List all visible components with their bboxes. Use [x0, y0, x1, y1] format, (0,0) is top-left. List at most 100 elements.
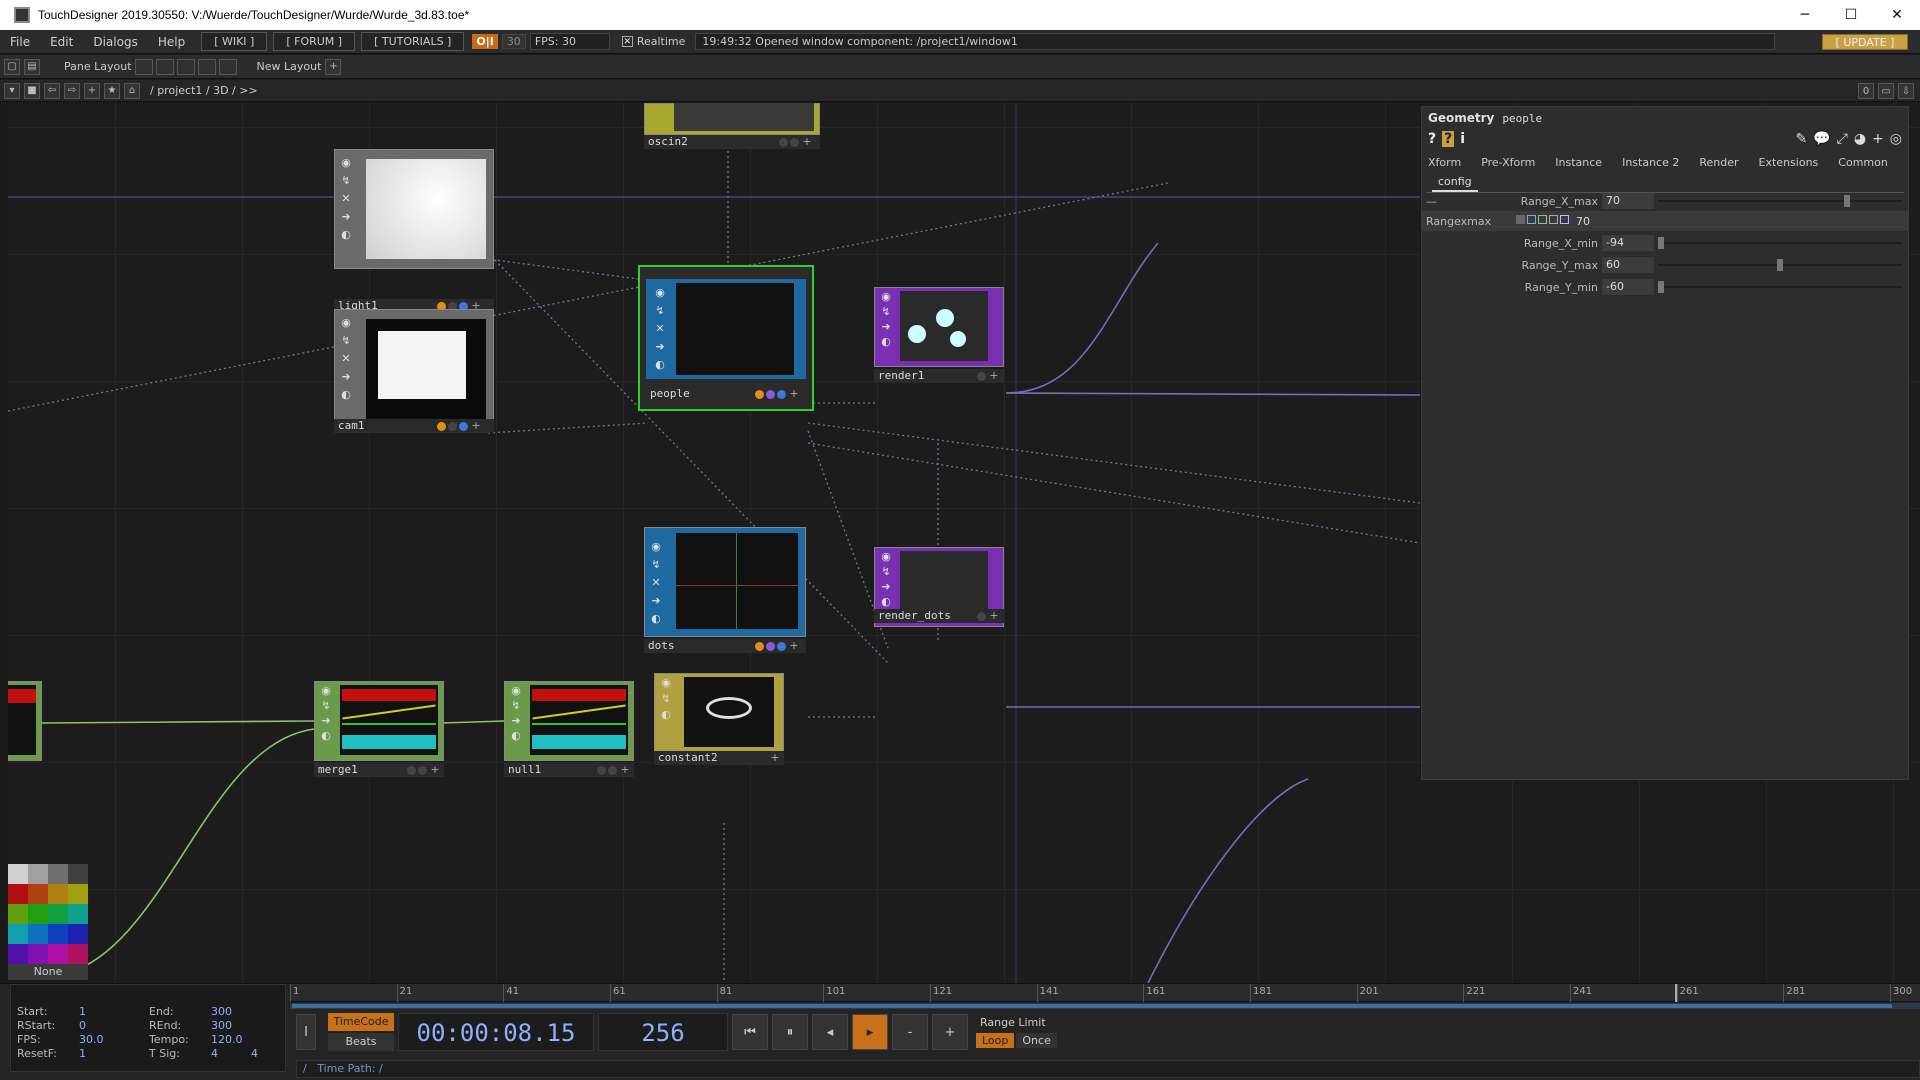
param-tab-xform[interactable]: Xform — [1428, 156, 1461, 169]
close-button[interactable]: ✕ — [1874, 0, 1920, 30]
color-swatch[interactable] — [8, 944, 28, 964]
play-icon[interactable]: ▸ — [852, 1014, 888, 1050]
display-icon[interactable]: ➜ — [340, 211, 352, 223]
fps-setting[interactable]: 30 — [501, 34, 526, 49]
color-swatch[interactable] — [8, 864, 28, 884]
color-swatch[interactable] — [68, 944, 88, 964]
param-tab-pre-xform[interactable]: Pre-Xform — [1481, 156, 1535, 169]
menu-dialogs[interactable]: Dialogs — [83, 35, 147, 49]
layout-quad-button[interactable] — [218, 58, 237, 75]
param-slider[interactable] — [1658, 281, 1902, 293]
chevron-down-icon[interactable]: ▾ — [4, 82, 20, 99]
color-none-button[interactable]: None — [8, 964, 88, 980]
clone-icon[interactable]: ◐ — [510, 730, 522, 742]
rewind-icon[interactable]: ⏮ — [732, 1014, 768, 1050]
forum-button[interactable]: [ FORUM ] — [273, 32, 356, 51]
step-back-icon[interactable]: ◂ — [812, 1014, 848, 1050]
lock-icon[interactable]: ✕ — [654, 323, 666, 335]
node-add-icon[interactable]: + — [988, 370, 1000, 382]
layout-split-vertical-button[interactable] — [155, 58, 174, 75]
edit-icon[interactable]: ✎ — [1795, 131, 1807, 147]
param-tab-instance-2[interactable]: Instance 2 — [1622, 156, 1679, 169]
color-swatch[interactable] — [8, 924, 28, 944]
back-arrow-icon[interactable]: ⇦ — [44, 82, 60, 99]
network-view-icon[interactable]: ▢ — [4, 58, 20, 75]
forward-arrow-icon[interactable]: ⇨ — [64, 82, 80, 99]
color-swatch[interactable] — [28, 944, 48, 964]
maximize-pane-icon[interactable]: ▭ — [1878, 83, 1894, 99]
display-icon[interactable]: ➜ — [340, 371, 352, 383]
bypass-icon[interactable]: ↯ — [880, 306, 892, 318]
clone-icon[interactable]: ◐ — [320, 730, 332, 742]
star-icon[interactable]: ★ — [104, 82, 120, 99]
viewer-icon[interactable]: ◉ — [340, 157, 352, 169]
display-icon[interactable]: ➜ — [320, 715, 332, 727]
rstart-value[interactable]: 0 — [79, 1019, 149, 1032]
node-add-icon[interactable]: + — [788, 640, 800, 652]
color-swatch[interactable] — [8, 904, 28, 924]
node-add-icon[interactable]: + — [470, 420, 482, 432]
color-swatch[interactable] — [28, 884, 48, 904]
viewer-icon[interactable]: ◉ — [880, 291, 892, 303]
python-help-icon[interactable]: ? — [1442, 131, 1455, 147]
pause-icon[interactable]: ⏸ — [772, 1014, 808, 1050]
color-palette[interactable]: None — [8, 864, 88, 980]
ibeam-button[interactable]: I — [296, 1014, 316, 1050]
color-swatch[interactable] — [48, 884, 68, 904]
param-value-range-y-min[interactable]: -60 — [1602, 279, 1654, 295]
timecode-toggle[interactable]: TimeCode — [328, 1013, 394, 1031]
param-value-range-y-max[interactable]: 60 — [1602, 257, 1654, 273]
node-add-icon[interactable]: + — [801, 136, 813, 148]
display-icon[interactable]: ➜ — [510, 715, 522, 727]
color-swatch[interactable] — [68, 884, 88, 904]
viewer-icon[interactable]: ◉ — [660, 677, 672, 689]
add-layout-button[interactable]: + — [325, 58, 342, 75]
color-swatch[interactable] — [68, 924, 88, 944]
loop-button[interactable]: Loop — [976, 1033, 1015, 1048]
viewer-icon[interactable]: ◉ — [320, 685, 332, 697]
start-value[interactable]: 1 — [79, 1005, 149, 1018]
color-swatch[interactable] — [48, 924, 68, 944]
bypass-icon[interactable]: ↯ — [510, 700, 522, 712]
tsig-value-2[interactable]: 4 — [251, 1047, 281, 1060]
color-swatch[interactable] — [68, 864, 88, 884]
color-swatch[interactable] — [48, 944, 68, 964]
bypass-icon[interactable]: ↯ — [340, 175, 352, 187]
timeline-ruler[interactable]: 1 21 41 61 81 101 121 141 161 181 201 221 241 261 281 3… — [290, 984, 1920, 1002]
current-time[interactable]: 00:00:08.15 — [398, 1013, 594, 1051]
lock-icon[interactable]: ✕ — [340, 193, 352, 205]
param-tab-render[interactable]: Render — [1699, 156, 1738, 169]
lock-icon[interactable]: ✕ — [650, 577, 662, 589]
rangexmax-widgets[interactable] — [1516, 215, 1569, 224]
viewer-icon[interactable]: ◉ — [510, 685, 522, 697]
viewer-icon[interactable]: ◉ — [654, 287, 666, 299]
menu-file[interactable]: File — [0, 35, 40, 49]
display-icon[interactable]: ➜ — [880, 581, 892, 593]
clone-icon[interactable]: ◐ — [660, 709, 672, 721]
rend-value[interactable]: 300 — [211, 1019, 251, 1032]
beats-toggle[interactable]: Beats — [328, 1033, 394, 1051]
info-icon[interactable]: i — [1460, 131, 1465, 147]
param-value-range-x-min[interactable]: -94 — [1602, 235, 1654, 251]
menu-help[interactable]: Help — [148, 35, 195, 49]
step-minus-button[interactable]: - — [892, 1014, 928, 1050]
color-swatch[interactable] — [28, 924, 48, 944]
bypass-icon[interactable]: ↯ — [320, 700, 332, 712]
param-slider[interactable] — [1658, 195, 1902, 207]
tutorials-button[interactable]: [ TUTORIALS ] — [361, 32, 465, 51]
comment-icon[interactable]: 💬 — [1813, 131, 1830, 147]
viewer-icon[interactable]: ◉ — [880, 551, 892, 563]
param-tab-instance[interactable]: Instance — [1555, 156, 1602, 169]
lock-icon[interactable]: ✕ — [340, 353, 352, 365]
step-plus-button[interactable]: + — [932, 1014, 968, 1050]
clone-icon[interactable]: ◐ — [880, 336, 892, 348]
param-tab-common[interactable]: Common — [1838, 156, 1888, 169]
network-path[interactable]: / project1 / 3D / >> — [150, 84, 258, 97]
node-add-icon[interactable]: + — [988, 610, 1000, 622]
fps-value[interactable]: 30.0 — [79, 1033, 149, 1046]
node-add-icon[interactable]: + — [429, 764, 441, 776]
current-frame[interactable]: 256 — [598, 1013, 728, 1051]
pane-type-icon[interactable]: ▤ — [24, 58, 40, 75]
target-icon[interactable]: ◎ — [1890, 131, 1902, 147]
bypass-icon[interactable]: ↯ — [660, 693, 672, 705]
